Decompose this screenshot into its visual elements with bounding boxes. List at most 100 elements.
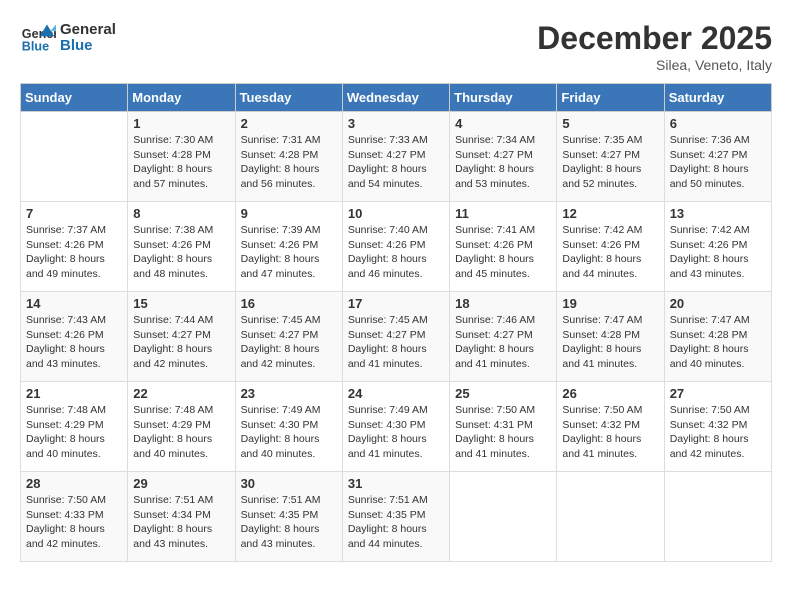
day-number: 20 [670,296,766,311]
calendar-cell: 7Sunrise: 7:37 AM Sunset: 4:26 PM Daylig… [21,202,128,292]
calendar-cell: 17 Sunrise: 7:45 AM Sunset: 4:27 PM Dayli… [342,292,449,382]
weekday-header-thursday: Thursday [450,84,557,112]
calendar-cell: 20Sunrise: 7:47 AM Sunset: 4:28 PM Dayli… [664,292,771,382]
day-number: 5 [562,116,658,131]
logo: General Blue General Blue [20,20,116,56]
day-info: Sunrise: 7:45 AM Sunset: 4:27 PM Dayligh… [241,313,337,372]
day-number: 2 [241,116,337,131]
day-info: Sunrise: 7:50 AM Sunset: 4:32 PM Dayligh… [670,403,766,462]
calendar-cell: 27 Sunrise: 7:50 AM Sunset: 4:32 PM Dayli… [664,382,771,472]
calendar-cell: 23 Sunrise: 7:49 AM Sunset: 4:30 PM Dayli… [235,382,342,472]
day-number: 23 [241,386,337,401]
day-info: Sunrise: 7:39 AM Sunset: 4:26 PM Dayligh… [241,223,337,282]
day-info: Sunrise: 7:31 AM Sunset: 4:28 PM Dayligh… [241,133,337,192]
day-info: Sunrise: 7:45 AM Sunset: 4:27 PM Dayligh… [348,313,444,372]
calendar-cell: 19Sunrise: 7:47 AM Sunset: 4:28 PM Dayli… [557,292,664,382]
svg-text:Blue: Blue [22,40,49,54]
calendar-cell: 1 Sunrise: 7:30 AM Sunset: 4:28 PM Daylig… [128,112,235,202]
day-number: 18 [455,296,551,311]
day-number: 28 [26,476,122,491]
day-number: 30 [241,476,337,491]
calendar-cell: 3 Sunrise: 7:33 AM Sunset: 4:27 PM Daylig… [342,112,449,202]
calendar-cell [557,472,664,562]
calendar-week-4: 21 Sunrise: 7:48 AM Sunset: 4:29 PM Dayli… [21,382,772,472]
day-info: Sunrise: 7:50 AM Sunset: 4:32 PM Dayligh… [562,403,658,462]
day-info: Sunrise: 7:38 AM Sunset: 4:26 PM Dayligh… [133,223,229,282]
day-number: 8 [133,206,229,221]
logo-text-general: General [60,22,116,39]
day-number: 29 [133,476,229,491]
calendar-table: SundayMondayTuesdayWednesdayThursdayFrid… [20,83,772,562]
weekday-header-row: SundayMondayTuesdayWednesdayThursdayFrid… [21,84,772,112]
weekday-header-friday: Friday [557,84,664,112]
day-info: Sunrise: 7:35 AM Sunset: 4:27 PM Dayligh… [562,133,658,192]
day-number: 25 [455,386,551,401]
day-number: 16 [241,296,337,311]
day-info: Sunrise: 7:40 AM Sunset: 4:26 PM Dayligh… [348,223,444,282]
calendar-cell: 30 Sunrise: 7:51 AM Sunset: 4:35 PM Dayli… [235,472,342,562]
day-info: Sunrise: 7:51 AM Sunset: 4:34 PM Dayligh… [133,493,229,552]
day-number: 4 [455,116,551,131]
calendar-cell: 24Sunrise: 7:49 AM Sunset: 4:30 PM Dayli… [342,382,449,472]
calendar-cell: 26Sunrise: 7:50 AM Sunset: 4:32 PM Dayli… [557,382,664,472]
calendar-cell: 10 Sunrise: 7:40 AM Sunset: 4:26 PM Dayli… [342,202,449,292]
calendar-cell: 12 Sunrise: 7:42 AM Sunset: 4:26 PM Dayli… [557,202,664,292]
calendar-cell: 16 Sunrise: 7:45 AM Sunset: 4:27 PM Dayli… [235,292,342,382]
calendar-cell: 5 Sunrise: 7:35 AM Sunset: 4:27 PM Daylig… [557,112,664,202]
calendar-cell: 25Sunrise: 7:50 AM Sunset: 4:31 PM Dayli… [450,382,557,472]
day-number: 1 [133,116,229,131]
calendar-cell: 13Sunrise: 7:42 AM Sunset: 4:26 PM Dayli… [664,202,771,292]
day-number: 6 [670,116,766,131]
weekday-header-monday: Monday [128,84,235,112]
day-number: 10 [348,206,444,221]
calendar-cell: 22 Sunrise: 7:48 AM Sunset: 4:29 PM Dayli… [128,382,235,472]
day-info: Sunrise: 7:30 AM Sunset: 4:28 PM Dayligh… [133,133,229,192]
weekday-header-saturday: Saturday [664,84,771,112]
day-info: Sunrise: 7:43 AM Sunset: 4:26 PM Dayligh… [26,313,122,372]
day-number: 17 [348,296,444,311]
day-number: 14 [26,296,122,311]
month-title: December 2025 [537,20,772,57]
day-number: 27 [670,386,766,401]
calendar-week-3: 14 Sunrise: 7:43 AM Sunset: 4:26 PM Dayli… [21,292,772,382]
calendar-cell: 21 Sunrise: 7:48 AM Sunset: 4:29 PM Dayli… [21,382,128,472]
day-info: Sunrise: 7:49 AM Sunset: 4:30 PM Dayligh… [241,403,337,462]
weekday-header-sunday: Sunday [21,84,128,112]
location-subtitle: Silea, Veneto, Italy [537,57,772,73]
calendar-cell [21,112,128,202]
day-number: 7 [26,206,122,221]
calendar-cell: 18 Sunrise: 7:46 AM Sunset: 4:27 PM Dayli… [450,292,557,382]
day-number: 9 [241,206,337,221]
day-info: Sunrise: 7:33 AM Sunset: 4:27 PM Dayligh… [348,133,444,192]
calendar-cell: 6Sunrise: 7:36 AM Sunset: 4:27 PM Daylig… [664,112,771,202]
day-info: Sunrise: 7:48 AM Sunset: 4:29 PM Dayligh… [133,403,229,462]
calendar-cell: 4 Sunrise: 7:34 AM Sunset: 4:27 PM Daylig… [450,112,557,202]
day-number: 24 [348,386,444,401]
day-info: Sunrise: 7:47 AM Sunset: 4:28 PM Dayligh… [562,313,658,372]
calendar-cell: 29 Sunrise: 7:51 AM Sunset: 4:34 PM Dayli… [128,472,235,562]
day-number: 22 [133,386,229,401]
day-number: 31 [348,476,444,491]
day-info: Sunrise: 7:51 AM Sunset: 4:35 PM Dayligh… [348,493,444,552]
calendar-week-5: 28Sunrise: 7:50 AM Sunset: 4:33 PM Dayli… [21,472,772,562]
day-info: Sunrise: 7:51 AM Sunset: 4:35 PM Dayligh… [241,493,337,552]
day-info: Sunrise: 7:34 AM Sunset: 4:27 PM Dayligh… [455,133,551,192]
day-info: Sunrise: 7:46 AM Sunset: 4:27 PM Dayligh… [455,313,551,372]
day-number: 21 [26,386,122,401]
calendar-cell: 11Sunrise: 7:41 AM Sunset: 4:26 PM Dayli… [450,202,557,292]
calendar-cell [664,472,771,562]
day-number: 15 [133,296,229,311]
calendar-cell: 31 Sunrise: 7:51 AM Sunset: 4:35 PM Dayli… [342,472,449,562]
calendar-cell: 28Sunrise: 7:50 AM Sunset: 4:33 PM Dayli… [21,472,128,562]
day-info: Sunrise: 7:41 AM Sunset: 4:26 PM Dayligh… [455,223,551,282]
logo-icon: General Blue [20,20,56,56]
day-number: 12 [562,206,658,221]
weekday-header-wednesday: Wednesday [342,84,449,112]
day-info: Sunrise: 7:42 AM Sunset: 4:26 PM Dayligh… [670,223,766,282]
calendar-week-2: 7Sunrise: 7:37 AM Sunset: 4:26 PM Daylig… [21,202,772,292]
calendar-cell [450,472,557,562]
day-number: 3 [348,116,444,131]
day-info: Sunrise: 7:48 AM Sunset: 4:29 PM Dayligh… [26,403,122,462]
calendar-cell: 9 Sunrise: 7:39 AM Sunset: 4:26 PM Daylig… [235,202,342,292]
day-info: Sunrise: 7:42 AM Sunset: 4:26 PM Dayligh… [562,223,658,282]
